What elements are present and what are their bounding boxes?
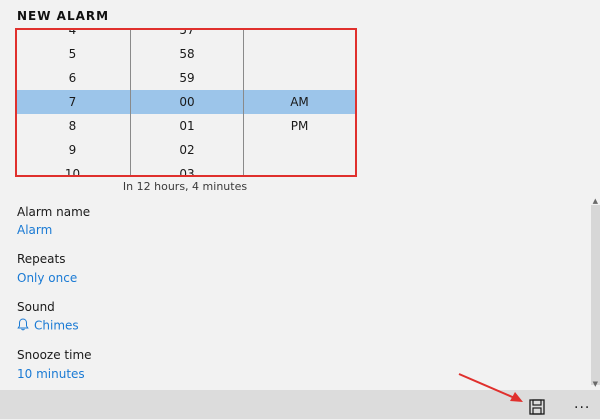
time-until-alarm: In 12 hours, 4 minutes (122, 180, 248, 193)
scroll-down-arrow[interactable]: ▼ (593, 380, 598, 388)
sound-value: Chimes (34, 318, 79, 333)
sound-dropdown[interactable]: Chimes (17, 318, 79, 334)
minute-column[interactable]: 57 58 59 00 01 02 03 (131, 28, 243, 175)
minute-cell[interactable]: 03 (131, 162, 243, 175)
minute-cell[interactable]: 58 (131, 42, 243, 66)
time-picker[interactable]: 4 5 6 7 8 9 10 57 58 59 00 01 02 03 AM P… (15, 28, 355, 175)
am-cell-selected[interactable]: AM (244, 90, 355, 114)
annotation-arrow (458, 373, 523, 402)
scroll-up-arrow[interactable]: ▲ (593, 197, 598, 205)
minute-cell[interactable]: 57 (131, 28, 243, 42)
hour-cell[interactable]: 4 (15, 28, 130, 42)
hour-column[interactable]: 4 5 6 7 8 9 10 (15, 28, 130, 175)
alarm-name-label: Alarm name (17, 205, 91, 219)
alarm-name-field[interactable]: Alarm (17, 223, 52, 237)
snooze-label: Snooze time (17, 348, 92, 362)
minute-cell-selected[interactable]: 00 (131, 90, 243, 114)
pm-cell[interactable]: PM (244, 114, 355, 138)
sound-label: Sound (17, 300, 55, 314)
hour-cell[interactable]: 5 (15, 42, 130, 66)
hour-cell[interactable]: 9 (15, 138, 130, 162)
minute-cell[interactable]: 59 (131, 66, 243, 90)
scrollbar[interactable] (591, 205, 600, 385)
more-options-button[interactable]: ... (574, 396, 590, 412)
hour-cell[interactable]: 6 (15, 66, 130, 90)
save-button[interactable] (528, 398, 546, 416)
snooze-dropdown[interactable]: 10 minutes (17, 367, 85, 381)
hour-cell[interactable]: 10 (15, 162, 130, 175)
save-icon (529, 399, 545, 415)
minute-cell[interactable]: 02 (131, 138, 243, 162)
hour-cell-selected[interactable]: 7 (15, 90, 130, 114)
ampm-column[interactable]: AM PM (244, 28, 355, 175)
minute-cell[interactable]: 01 (131, 114, 243, 138)
page-title: NEW ALARM (17, 9, 110, 23)
repeats-label: Repeats (17, 252, 66, 266)
repeats-dropdown[interactable]: Only once (17, 271, 77, 285)
bell-icon (17, 318, 29, 334)
hour-cell[interactable]: 8 (15, 114, 130, 138)
